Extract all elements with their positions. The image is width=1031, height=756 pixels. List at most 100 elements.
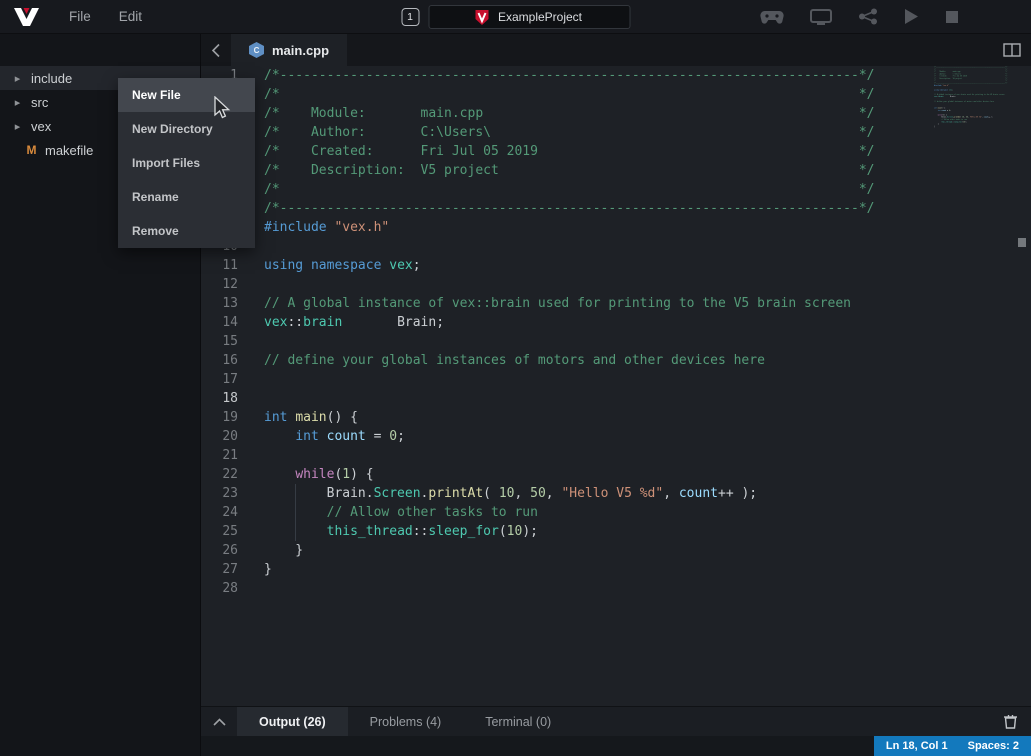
line-number: 27 <box>201 560 238 579</box>
context-menu-item-rename[interactable]: Rename <box>118 180 255 214</box>
run-icon[interactable] <box>904 8 919 25</box>
file-label: src <box>31 95 48 110</box>
vex-shield-icon <box>476 10 489 25</box>
line-number: 25 <box>201 522 238 541</box>
tab-label: main.cpp <box>272 43 329 58</box>
code-line: using namespace vex; <box>264 256 1031 275</box>
indent-guide <box>295 484 296 541</box>
menu-bar: FileEdit <box>55 9 156 24</box>
bottom-panel-bar: Output (26)Problems (4)Terminal (0) <box>201 706 1031 736</box>
panel-tab-output[interactable]: Output (26) <box>237 707 348 736</box>
code-line <box>264 332 1031 351</box>
code-line <box>264 389 1031 408</box>
status-bar: Ln 18, Col 1 Spaces: 2 <box>201 736 1031 756</box>
clear-output-trash-icon[interactable] <box>1004 707 1031 736</box>
folder-collapsed-arrow-icon: ▸ <box>12 120 23 133</box>
back-chevron-icon[interactable] <box>201 34 231 66</box>
code-line: Brain.Screen.printAt( 10, 50, "Hello V5 … <box>264 484 1031 503</box>
line-number: 22 <box>201 465 238 484</box>
slot-badge[interactable]: 1 <box>401 8 419 26</box>
line-number: 24 <box>201 503 238 522</box>
code-line: int main() { <box>264 408 1031 427</box>
device-connection-icon[interactable] <box>858 8 878 25</box>
context-menu-item-remove[interactable]: Remove <box>118 214 255 248</box>
minimap-content: /*--------------------------------------… <box>934 66 1010 130</box>
code-lines: /*--------------------------------------… <box>264 66 1031 706</box>
code-line: /* Description: V5 project */ <box>264 161 1031 180</box>
code-line: vex::brain Brain; <box>264 313 1031 332</box>
line-number: 28 <box>201 579 238 598</box>
code-line <box>264 370 1031 389</box>
line-number: 21 <box>201 446 238 465</box>
project-name: ExampleProject <box>498 10 582 24</box>
editor-tab-bar: C main.cpp <box>201 34 1031 66</box>
code-line <box>264 446 1031 465</box>
context-menu-item-new-file[interactable]: New File <box>118 78 255 112</box>
folder-collapsed-arrow-icon: ▸ <box>12 96 23 109</box>
app-window: FileEdit 1 ExampleProject <box>0 0 1031 756</box>
code-line: int count = 0; <box>264 427 1031 446</box>
minimap[interactable]: /*--------------------------------------… <box>934 66 1010 706</box>
line-number: 11 <box>201 256 238 275</box>
code-line <box>264 579 1031 598</box>
file-label: include <box>31 71 72 86</box>
code-line: /* Module: main.cpp */ <box>264 104 1031 123</box>
menu-file[interactable]: File <box>55 9 105 24</box>
line-number: 14 <box>201 313 238 332</box>
status-right-segment: Ln 18, Col 1 Spaces: 2 <box>874 736 1031 756</box>
makefile-icon: M <box>26 143 37 157</box>
line-number: 23 <box>201 484 238 503</box>
code-line: } <box>264 560 1031 579</box>
code-line: /* */ <box>264 85 1031 104</box>
overview-ruler-marker <box>1018 238 1026 247</box>
titlebar-center: 1 ExampleProject <box>401 0 630 34</box>
panel-tabs: Output (26)Problems (4)Terminal (0) <box>237 707 573 736</box>
context-menu: New FileNew DirectoryImport FilesRenameR… <box>118 78 255 248</box>
line-number: 15 <box>201 332 238 351</box>
code-line: while(1) { <box>264 465 1031 484</box>
code-line: this_thread::sleep_for(10); <box>264 522 1031 541</box>
panel-tab-terminal[interactable]: Terminal (0) <box>463 707 573 736</box>
indentation-status[interactable]: Spaces: 2 <box>968 740 1019 752</box>
code-line: /* Author: C:\Users\ */ <box>264 123 1031 142</box>
line-number: 17 <box>201 370 238 389</box>
line-number: 20 <box>201 427 238 446</box>
code-line: /* */ <box>264 180 1031 199</box>
file-label: vex <box>31 119 51 134</box>
context-menu-item-import-files[interactable]: Import Files <box>118 146 255 180</box>
panel-expand-chevron-icon[interactable] <box>201 707 237 736</box>
code-line <box>264 275 1031 294</box>
controller-icon[interactable] <box>760 9 784 25</box>
brain-screen-icon[interactable] <box>810 9 832 25</box>
slot-number: 1 <box>407 11 413 23</box>
editor-column: C main.cpp 12345678910111213141516171819… <box>201 34 1031 756</box>
code-line: // define your global instances of motor… <box>264 351 1031 370</box>
code-line: #include "vex.h" <box>264 218 1031 237</box>
code-line <box>264 237 1031 256</box>
code-line: /* Created: Fri Jul 05 2019 */ <box>264 142 1031 161</box>
cpp-file-icon: C <box>249 42 264 58</box>
toolbar-actions <box>760 8 959 25</box>
line-number: 18 <box>201 389 238 408</box>
project-selector[interactable]: ExampleProject <box>428 5 630 29</box>
tab-main-cpp[interactable]: C main.cpp <box>231 34 347 66</box>
file-label: makefile <box>45 143 93 158</box>
panel-tab-problems[interactable]: Problems (4) <box>348 707 464 736</box>
vex-logo-icon <box>14 8 39 26</box>
code-line: // A global instance of vex::brain used … <box>264 294 1031 313</box>
line-number: 12 <box>201 275 238 294</box>
code-line: } <box>264 541 1031 560</box>
line-number: 19 <box>201 408 238 427</box>
split-editor-icon[interactable] <box>1003 34 1031 66</box>
code-line: /*--------------------------------------… <box>264 66 1031 85</box>
folder-collapsed-arrow-icon: ▸ <box>12 72 23 85</box>
cursor-position-status[interactable]: Ln 18, Col 1 <box>886 740 948 752</box>
context-menu-item-new-directory[interactable]: New Directory <box>118 112 255 146</box>
line-number: 26 <box>201 541 238 560</box>
code-line: // Allow other tasks to run <box>264 503 1031 522</box>
code-editor[interactable]: 1234567891011121314151617181920212223242… <box>201 66 1031 706</box>
stop-icon[interactable] <box>945 10 959 24</box>
code-line: /*--------------------------------------… <box>264 199 1031 218</box>
line-number: 13 <box>201 294 238 313</box>
menu-edit[interactable]: Edit <box>105 9 156 24</box>
